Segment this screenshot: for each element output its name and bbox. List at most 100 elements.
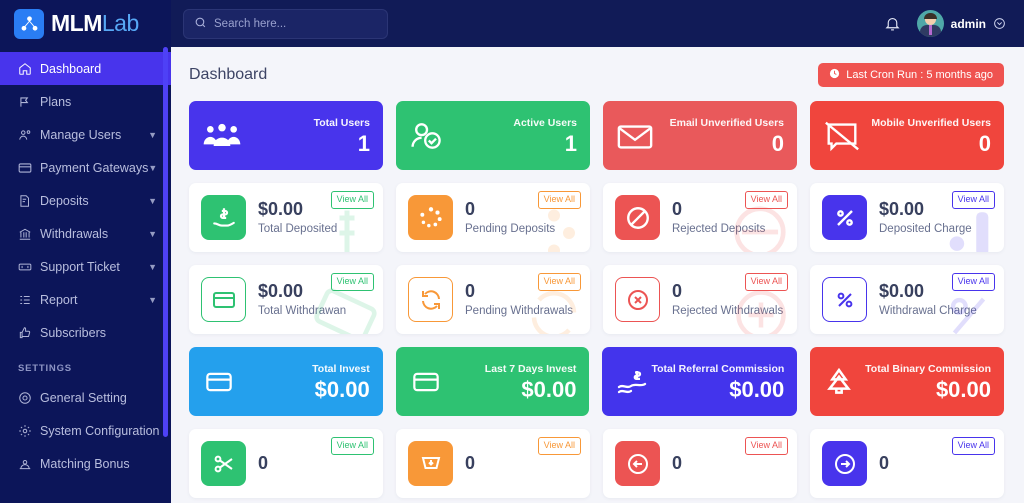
card-value: 0 [879,452,890,473]
stat-card-total-referral-commission[interactable]: Total Referral Commission $0.00 [602,347,798,416]
sidebar-item-deposits[interactable]: Deposits ▼ [0,184,171,217]
sidebar-item-label: Withdrawals [40,226,109,241]
stat-card-total-invest[interactable]: Total Invest $0.00 [189,347,383,416]
stat-label: Active Users [513,117,577,130]
deposit-stats-row: $0.00 Total Deposited View All 0 Pending… [189,183,1004,252]
view-all-button[interactable]: View All [330,191,374,209]
flag-icon [18,95,40,109]
info-card-bottom-3[interactable]: 0 View All [603,429,797,498]
view-all-button[interactable]: View All [537,437,581,455]
sidebar-item-manage-users[interactable]: Manage Users ▼ [0,118,171,151]
sidebar-item-support-ticket[interactable]: Support Ticket ▼ [0,250,171,283]
card-label: Rejected Withdrawals [672,304,784,317]
card-icon [202,368,236,396]
stat-card-email-unverified[interactable]: Email Unverified Users 0 [603,101,797,170]
bell-icon[interactable] [884,15,901,32]
sidebar-item-withdrawals[interactable]: Withdrawals ▼ [0,217,171,250]
withdrawal-stats-row: $0.00 Total Withdrawan View All 0 Pendin… [189,265,1004,334]
spinner-icon [408,195,453,240]
cart-down-icon [408,441,453,486]
card-value: $0.00 [258,199,304,220]
view-all-button[interactable]: View All [744,273,788,291]
info-card-bottom-1[interactable]: 0 View All [189,429,383,498]
dashboard-content: Dashboard Last Cron Run : 5 months ago T… [171,47,1024,503]
last-cron-run-button[interactable]: Last Cron Run : 5 months ago [818,63,1004,87]
chevron-down-circle-icon[interactable] [993,17,1006,30]
avatar [916,10,944,37]
stat-value: $0.00 [521,377,577,403]
stat-card-last-7-days-invest[interactable]: Last 7 Days Invest $0.00 [395,347,590,416]
user-menu[interactable]: admin [916,10,1006,37]
brand-text: MLMLab [51,12,139,35]
sidebar-scrollbar[interactable] [163,47,168,437]
sidebar-item-matching-bonus[interactable]: Matching Bonus [0,447,171,480]
mobile-slash-icon [823,120,861,152]
sidebar-item-label: Payment Gateways [40,160,149,175]
stat-value: 1 [564,131,577,157]
view-all-button[interactable]: View All [537,273,581,291]
sidebar-item-label: General Setting [40,390,127,405]
chevron-down-icon: ▼ [148,195,157,206]
stat-value: 0 [978,131,991,157]
info-card-pending-deposits[interactable]: 0 Pending Deposits View All [396,183,590,252]
sidebar-item-label: Matching Bonus [40,456,130,471]
card-label: Total Deposited [258,222,338,235]
card-value: 0 [672,452,683,473]
brand-name-primary: MLM [51,10,102,36]
search-input[interactable] [214,17,377,30]
bank-icon [18,227,40,241]
sidebar-section-settings: SETTINGS [18,363,72,374]
home-icon [18,62,40,76]
thumbs-up-icon [18,326,40,340]
info-card-pending-withdrawals[interactable]: 0 Pending Withdrawals View All [396,265,590,334]
sidebar-item-system-configuration[interactable]: System Configuration [0,414,171,447]
chevron-down-icon: ▼ [148,129,157,140]
stat-card-active-users[interactable]: Active Users 1 [396,101,590,170]
search-icon [194,16,207,32]
info-card-total-deposited[interactable]: $0.00 Total Deposited View All [189,183,383,252]
card-label: Pending Deposits [465,222,556,235]
arrow-left-icon [615,441,660,486]
sync-icon [408,277,453,322]
stat-card-total-users[interactable]: Total Users 1 [189,101,383,170]
ban-icon [615,195,660,240]
user-check-icon [409,120,445,152]
stat-card-mobile-unverified[interactable]: Mobile Unverified Users 0 [810,101,1004,170]
sidebar-item-subscribers[interactable]: Subscribers [0,316,171,349]
card-label: Total Withdrawan [258,304,347,317]
sidebar-item-plans[interactable]: Plans [0,85,171,118]
stat-value: 1 [357,131,370,157]
stat-label: Total Users [313,117,370,130]
card-label: Pending Withdrawals [465,304,574,317]
view-all-button[interactable]: View All [951,273,995,291]
info-card-bottom-2[interactable]: 0 View All [396,429,590,498]
info-card-bottom-4[interactable]: 0 View All [810,429,1004,498]
sidebar-item-dashboard[interactable]: Dashboard [0,52,171,85]
credit-card-icon [201,277,246,322]
sidebar-item-payment-gateways[interactable]: Payment Gateways ▼ [0,151,171,184]
stat-label: Total Invest [312,363,370,376]
info-card-total-withdrawan[interactable]: $0.00 Total Withdrawan View All [189,265,383,334]
page-title: Dashboard [189,66,268,83]
info-card-withdrawal-charge[interactable]: $0.00 Withdrawal Charge View All [810,265,1004,334]
sidebar-item-report[interactable]: Report ▼ [0,283,171,316]
view-all-button[interactable]: View All [330,273,374,291]
info-card-rejected-withdrawals[interactable]: 0 Rejected Withdrawals View All [603,265,797,334]
sidebar: MLMLab Dashboard Plans Manage Users ▼ Pa… [0,0,171,503]
stat-card-total-binary-commission[interactable]: Total Binary Commission $0.00 [810,347,1004,416]
stat-value: 0 [771,131,784,157]
list-report-icon [18,293,40,307]
view-all-button[interactable]: View All [951,437,995,455]
view-all-button[interactable]: View All [744,437,788,455]
view-all-button[interactable]: View All [330,437,374,455]
view-all-button[interactable]: View All [744,191,788,209]
view-all-button[interactable]: View All [537,191,581,209]
info-card-rejected-deposits[interactable]: 0 Rejected Deposits View All [603,183,797,252]
money-wave-icon [615,367,651,397]
view-all-button[interactable]: View All [951,191,995,209]
username-label: admin [950,16,986,31]
info-card-deposited-charge[interactable]: $0.00 Deposited Charge View All [810,183,1004,252]
sidebar-item-general-setting[interactable]: General Setting [0,381,171,414]
search-box[interactable] [183,8,388,39]
brand-logo[interactable]: MLMLab [0,0,171,47]
